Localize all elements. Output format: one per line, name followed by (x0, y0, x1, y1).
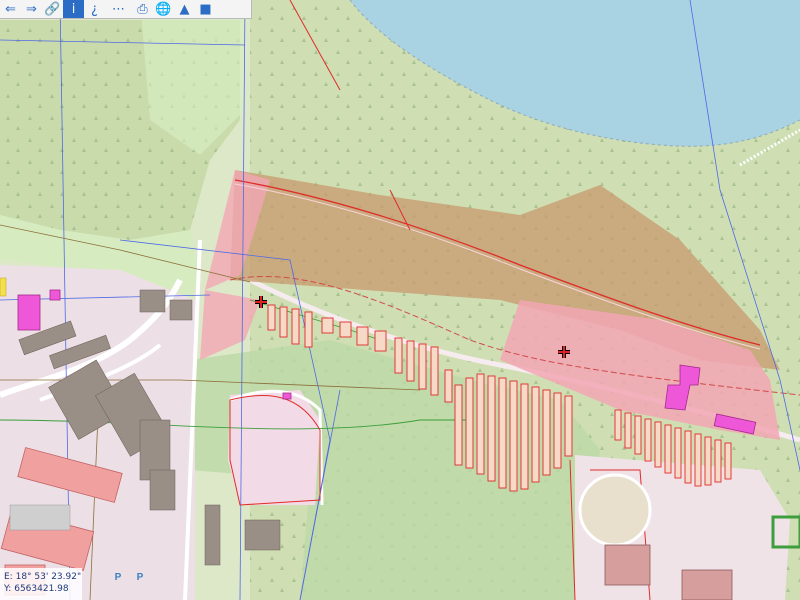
info-icon: i (71, 1, 76, 17)
warning-icon: ▲ (179, 1, 190, 17)
e-label: E: (4, 572, 13, 582)
print-icon: ⎙ (137, 1, 148, 17)
map-canvas[interactable]: P P (0, 0, 800, 600)
pan-right-button[interactable]: ⇒ (21, 0, 42, 18)
pan-left-icon: ⇐ (5, 1, 16, 17)
round-tank (578, 473, 652, 547)
info-button[interactable]: i (63, 0, 84, 18)
map-layers (0, 0, 800, 600)
print-button[interactable]: ⎙ (132, 0, 153, 18)
globe-button[interactable]: 🌐 (153, 0, 174, 18)
info-query-button[interactable]: ¿ (84, 0, 105, 18)
video-icon: ■ (199, 1, 212, 17)
link-button[interactable]: 🔗 (42, 0, 63, 18)
parking-label: P (136, 572, 144, 583)
industrial-building-2 (681, 569, 733, 600)
y-value: 6563421.98 (14, 584, 69, 594)
measure-icon: ⋯ (112, 1, 125, 17)
link-icon: 🔗 (44, 1, 61, 17)
globe-icon: 🌐 (155, 1, 172, 17)
info-query-icon: ¿ (91, 1, 98, 17)
measure-button[interactable]: ⋯ (105, 0, 132, 18)
parking-label: P (114, 572, 122, 583)
pan-left-button[interactable]: ⇐ (0, 0, 21, 18)
e-value: 18° 53' 23.92" (15, 572, 82, 582)
pan-right-icon: ⇒ (26, 1, 37, 17)
y-label: Y: (4, 584, 12, 594)
video-button[interactable]: ■ (195, 0, 216, 18)
industrial-building-1 (604, 544, 651, 586)
map-toolbar: ⇐ ⇒ 🔗 i ¿ ⋯ ⎙ 🌐 ▲ ■ (0, 0, 252, 19)
warning-button[interactable]: ▲ (174, 0, 195, 18)
coordinate-readout: E: 18° 53' 23.92" Y: 6563421.98 (0, 568, 82, 600)
